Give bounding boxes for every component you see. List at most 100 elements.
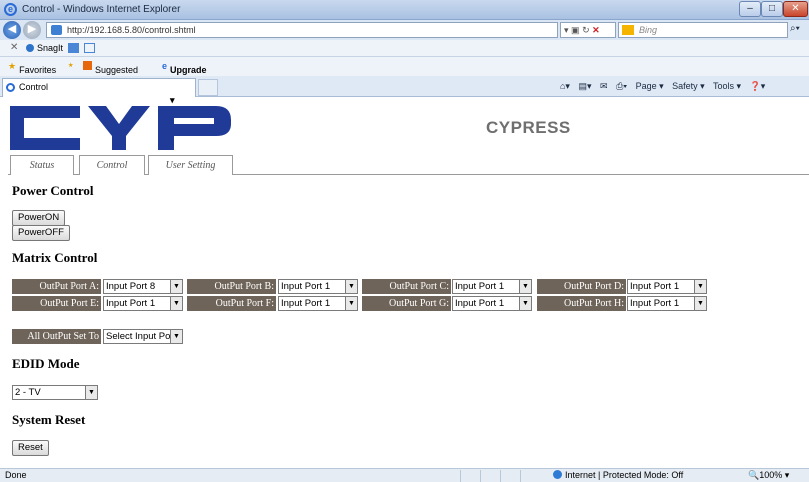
favorites-button[interactable]: ★ Favorites [8, 61, 56, 75]
maximize-button[interactable]: □ [761, 1, 783, 17]
output-port-h-value: Input Port 1 [630, 298, 680, 309]
chevron-down-icon: ▼ [519, 297, 531, 310]
chevron-down-icon: ▼ [170, 280, 182, 293]
browser-tab-bar: Control ⌂▾ ▤▾ ✉ ⎙▾ Page ▾ Safety ▾ Tools… [0, 76, 809, 97]
add-favorite-icon[interactable]: ⭑ [68, 60, 73, 71]
chevron-down-icon: ▼ [694, 297, 706, 310]
chevron-down-icon: ▼ [85, 386, 97, 399]
reset-button[interactable]: Reset [12, 440, 49, 456]
chevron-down-icon: ▼ [170, 330, 182, 343]
output-port-h-select[interactable]: Input Port 1 ▼ [627, 296, 707, 311]
safety-menu[interactable]: Safety ▾ [672, 81, 705, 91]
help-menu[interactable]: ❓▾ [750, 81, 766, 91]
print-icon[interactable]: ⎙▾ [616, 81, 627, 91]
address-url: http://192.168.5.80/control.shtml [67, 25, 196, 35]
output-port-a-label: OutPut Port A: [12, 279, 101, 294]
command-bar: ⌂▾ ▤▾ ✉ ⎙▾ Page ▾ Safety ▾ Tools ▾ ❓▾ [560, 78, 809, 95]
star-icon: ★ [8, 61, 17, 71]
edid-mode-value: 2 - TV [15, 387, 41, 398]
window-titlebar: e Control - Windows Internet Explorer – … [0, 0, 809, 20]
output-port-f-label: OutPut Port F: [187, 296, 276, 311]
output-port-a-select[interactable]: Input Port 8 ▼ [103, 279, 183, 294]
search-placeholder: Bing [639, 25, 658, 35]
address-tools[interactable]: ▾ ▣ ↻ ✕ [560, 22, 616, 38]
output-port-b-value: Input Port 1 [281, 281, 331, 292]
search-icon[interactable]: ⌕▾ [790, 22, 808, 38]
all-output-value: Select Input Port [106, 331, 177, 342]
output-port-a-value: Input Port 8 [106, 281, 156, 292]
security-zone-label: Internet | Protected Mode: Off [565, 470, 684, 480]
snagit-editor-icon[interactable] [84, 43, 95, 53]
chevron-down-icon: ▼ [345, 280, 357, 293]
status-bar: Done Internet | Protected Mode: Off 🔍100… [0, 468, 809, 482]
feeds-icon[interactable]: ▤▾ [578, 81, 591, 91]
search-input[interactable]: Bing [618, 22, 788, 38]
favorites-label: Favorites [19, 65, 57, 75]
chevron-down-icon: ▼ [345, 297, 357, 310]
output-port-f-select[interactable]: Input Port 1 ▼ [278, 296, 358, 311]
navigation-bar: ◀ ▶ http://192.168.5.80/control.shtml ▾ … [0, 20, 809, 40]
tab-control[interactable]: Control [79, 155, 145, 175]
output-port-g-value: Input Port 1 [455, 298, 505, 309]
minimize-button[interactable]: – [739, 1, 761, 17]
close-toolbar-icon[interactable]: ✕ [10, 42, 18, 53]
upgrade-browser-button[interactable]: eUpgrade Your Browser ▾ [162, 61, 207, 105]
output-port-c-label: OutPut Port C: [362, 279, 451, 294]
favorites-bar: ★Favorites ⭑ Suggested Sites ▾ eUpgrade … [0, 57, 809, 105]
output-port-h-label: OutPut Port H: [537, 296, 626, 311]
zoom-control[interactable]: 🔍100% ▾ [748, 469, 789, 482]
output-port-d-value: Input Port 1 [630, 281, 680, 292]
compat-view-icon[interactable]: ▣ [571, 25, 580, 35]
ie-logo-icon: e [4, 3, 17, 16]
status-divider [520, 470, 521, 482]
edid-mode-heading: EDID Mode [12, 356, 80, 371]
power-control-heading: Power Control [12, 183, 94, 198]
bing-logo-icon [622, 25, 634, 35]
address-bar[interactable]: http://192.168.5.80/control.shtml [46, 22, 558, 38]
suggested-sites-button[interactable]: Suggested Sites ▾ [83, 61, 138, 85]
output-port-c-value: Input Port 1 [455, 281, 505, 292]
chevron-down-icon: ▼ [694, 280, 706, 293]
snagit-icon [26, 44, 34, 52]
forward-button[interactable]: ▶ [23, 21, 41, 39]
home-icon[interactable]: ⌂▾ [560, 81, 570, 91]
edid-mode-select[interactable]: 2 - TV ▼ [12, 385, 98, 400]
refresh-icon[interactable]: ↻ [582, 25, 590, 35]
chevron-down-icon: ▼ [519, 280, 531, 293]
brand-name: CYPRESS [486, 118, 571, 137]
close-window-button[interactable]: ✕ [783, 1, 808, 17]
power-off-button[interactable]: PowerOFF [12, 225, 70, 241]
tools-menu[interactable]: Tools ▾ [713, 81, 741, 91]
output-port-d-select[interactable]: Input Port 1 ▼ [627, 279, 707, 294]
output-port-b-label: OutPut Port B: [187, 279, 276, 294]
output-port-b-select[interactable]: Input Port 1 ▼ [278, 279, 358, 294]
tab-user-setting[interactable]: User Setting [148, 155, 233, 175]
suggested-sites-icon [83, 61, 92, 70]
output-port-e-value: Input Port 1 [106, 298, 156, 309]
power-on-button[interactable]: PowerON [12, 210, 66, 226]
system-reset-heading: System Reset [12, 412, 86, 427]
zoom-level: 100% [759, 470, 783, 480]
status-divider [460, 470, 461, 482]
output-port-e-label: OutPut Port E: [12, 296, 101, 311]
mail-icon[interactable]: ✉ [600, 81, 608, 91]
snagit-button[interactable]: SnagIt [26, 43, 63, 53]
security-zone[interactable]: Internet | Protected Mode: Off [553, 469, 683, 482]
output-port-g-label: OutPut Port G: [362, 296, 451, 311]
output-port-g-select[interactable]: Input Port 1 ▼ [452, 296, 532, 311]
snagit-toolbar: ✕ SnagIt [0, 40, 809, 57]
output-port-d-label: OutPut Port D: [537, 279, 626, 294]
status-divider [480, 470, 481, 482]
all-output-select[interactable]: Select Input Port ▼ [103, 329, 183, 344]
snagit-capture-icon[interactable] [68, 43, 79, 53]
page-menu[interactable]: Page ▾ [636, 81, 664, 91]
new-tab-button[interactable] [198, 79, 218, 96]
browser-tab-control[interactable]: Control [2, 78, 196, 97]
status-text: Done [5, 470, 27, 480]
window-title: Control - Windows Internet Explorer [22, 4, 181, 15]
output-port-e-select[interactable]: Input Port 1 ▼ [103, 296, 183, 311]
tab-status[interactable]: Status [10, 155, 74, 175]
output-port-c-select[interactable]: Input Port 1 ▼ [452, 279, 532, 294]
back-button[interactable]: ◀ [3, 21, 21, 39]
stop-icon[interactable]: ✕ [592, 25, 600, 35]
